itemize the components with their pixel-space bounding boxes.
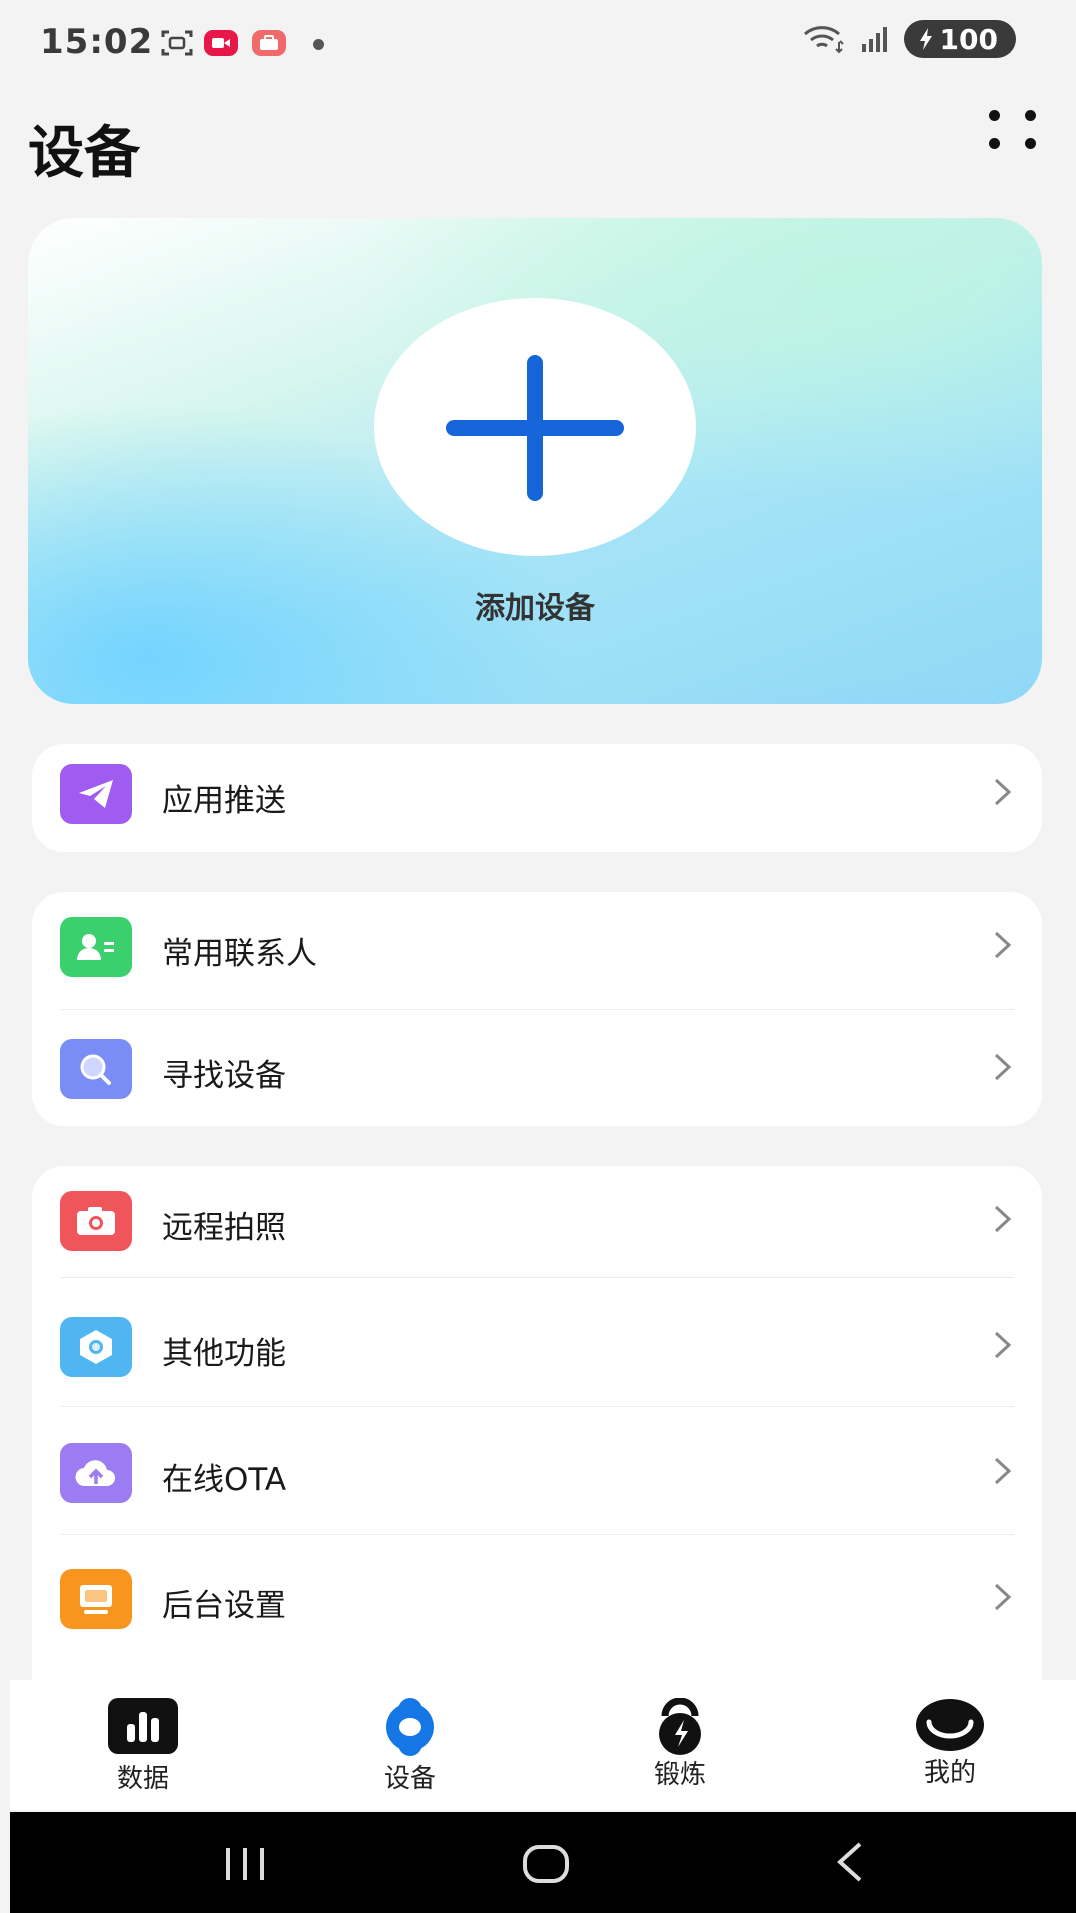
back-icon[interactable] bbox=[832, 1838, 868, 1886]
menu-item-other-functions[interactable]: 其他功能 bbox=[32, 1288, 1042, 1414]
smile-icon bbox=[916, 1699, 984, 1751]
chevron-right-icon bbox=[994, 1583, 1012, 1611]
chevron-right-icon bbox=[994, 1331, 1012, 1359]
page-title: 设备 bbox=[28, 121, 140, 186]
nav-tab-label: 我的 bbox=[923, 1758, 976, 1788]
menu-item-label: 常用联系人 bbox=[162, 936, 317, 972]
chevron-right-icon bbox=[994, 1053, 1012, 1081]
wifi-icon bbox=[803, 26, 844, 54]
menu-item-contacts[interactable]: 常用联系人 bbox=[32, 888, 1042, 1014]
menu-item-label: 在线OTA bbox=[162, 1462, 287, 1498]
menu-item-app-push[interactable]: 应用推送 bbox=[32, 735, 1042, 861]
menu-item-label: 后台设置 bbox=[162, 1588, 286, 1624]
chevron-right-icon bbox=[994, 1457, 1012, 1485]
nav-tab-label: 数据 bbox=[116, 1764, 169, 1794]
menu-item-find-device[interactable]: 寻找设备 bbox=[32, 1010, 1042, 1136]
menu-item-label: 远程拍照 bbox=[162, 1210, 286, 1246]
menu-item-label: 其他功能 bbox=[162, 1336, 286, 1372]
status-time: 15:02 bbox=[40, 22, 154, 62]
four-dots-icon[interactable] bbox=[989, 110, 1041, 150]
chevron-right-icon bbox=[994, 931, 1012, 959]
contact-card-icon bbox=[60, 917, 132, 977]
watch-icon bbox=[386, 1698, 434, 1756]
menu-group-functions: 远程拍照 其他功能 在线OTA 后台设置 bbox=[32, 1166, 1042, 1686]
add-device-button[interactable] bbox=[374, 298, 696, 556]
search-device-icon bbox=[60, 1039, 132, 1099]
add-device-card[interactable]: 添加设备 bbox=[28, 218, 1042, 704]
battery-charging-icon bbox=[919, 28, 932, 50]
system-nav-bar bbox=[10, 1812, 1076, 1913]
status-right: 100 bbox=[802, 20, 1016, 58]
menu-item-remote-photo[interactable]: 远程拍照 bbox=[32, 1162, 1042, 1288]
menu-item-online-ota[interactable]: 在线OTA bbox=[32, 1414, 1042, 1540]
menu-item-label: 寻找设备 bbox=[162, 1058, 286, 1094]
divider bbox=[60, 1406, 1014, 1407]
nav-tab-device[interactable]: 设备 bbox=[310, 1680, 510, 1810]
video-record-icon bbox=[204, 30, 238, 56]
chevron-right-icon bbox=[994, 778, 1012, 806]
menu-item-label: 应用推送 bbox=[162, 783, 286, 819]
kettlebell-icon bbox=[659, 1698, 701, 1755]
divider bbox=[60, 1534, 1014, 1535]
menu-group-push: 应用推送 bbox=[32, 744, 1042, 852]
cloud-upload-icon bbox=[60, 1443, 132, 1503]
signal-icon bbox=[861, 27, 887, 52]
nav-tab-data[interactable]: 数据 bbox=[43, 1680, 243, 1810]
nav-tab-label: 锻炼 bbox=[653, 1760, 706, 1790]
notification-dot-icon bbox=[313, 39, 324, 50]
nav-tab-workout[interactable]: 锻炼 bbox=[580, 1680, 780, 1810]
plus-icon-vertical bbox=[527, 355, 543, 501]
menu-item-background-settings[interactable]: 后台设置 bbox=[32, 1540, 1042, 1666]
paper-plane-icon bbox=[60, 764, 132, 824]
nav-tab-label: 设备 bbox=[383, 1764, 436, 1794]
bottom-nav: 数据 设备 锻炼 我的 bbox=[10, 1680, 1076, 1810]
bar-chart-icon bbox=[108, 1698, 178, 1754]
battery-indicator: 100 bbox=[903, 20, 1016, 58]
battery-level: 100 bbox=[939, 22, 998, 56]
briefcase-icon bbox=[252, 30, 286, 56]
divider bbox=[60, 1277, 1014, 1278]
hexagon-nut-icon bbox=[60, 1317, 132, 1377]
nav-tab-me[interactable]: 我的 bbox=[850, 1680, 1050, 1810]
screenshot-icon bbox=[161, 30, 193, 56]
add-device-label: 添加设备 bbox=[475, 591, 595, 626]
home-icon[interactable] bbox=[522, 1842, 570, 1886]
menu-group-contacts: 常用联系人 寻找设备 bbox=[32, 892, 1042, 1126]
chevron-right-icon bbox=[994, 1205, 1012, 1233]
monitor-icon bbox=[60, 1569, 132, 1629]
camera-icon bbox=[60, 1191, 132, 1251]
recent-apps-icon[interactable] bbox=[222, 1844, 268, 1884]
